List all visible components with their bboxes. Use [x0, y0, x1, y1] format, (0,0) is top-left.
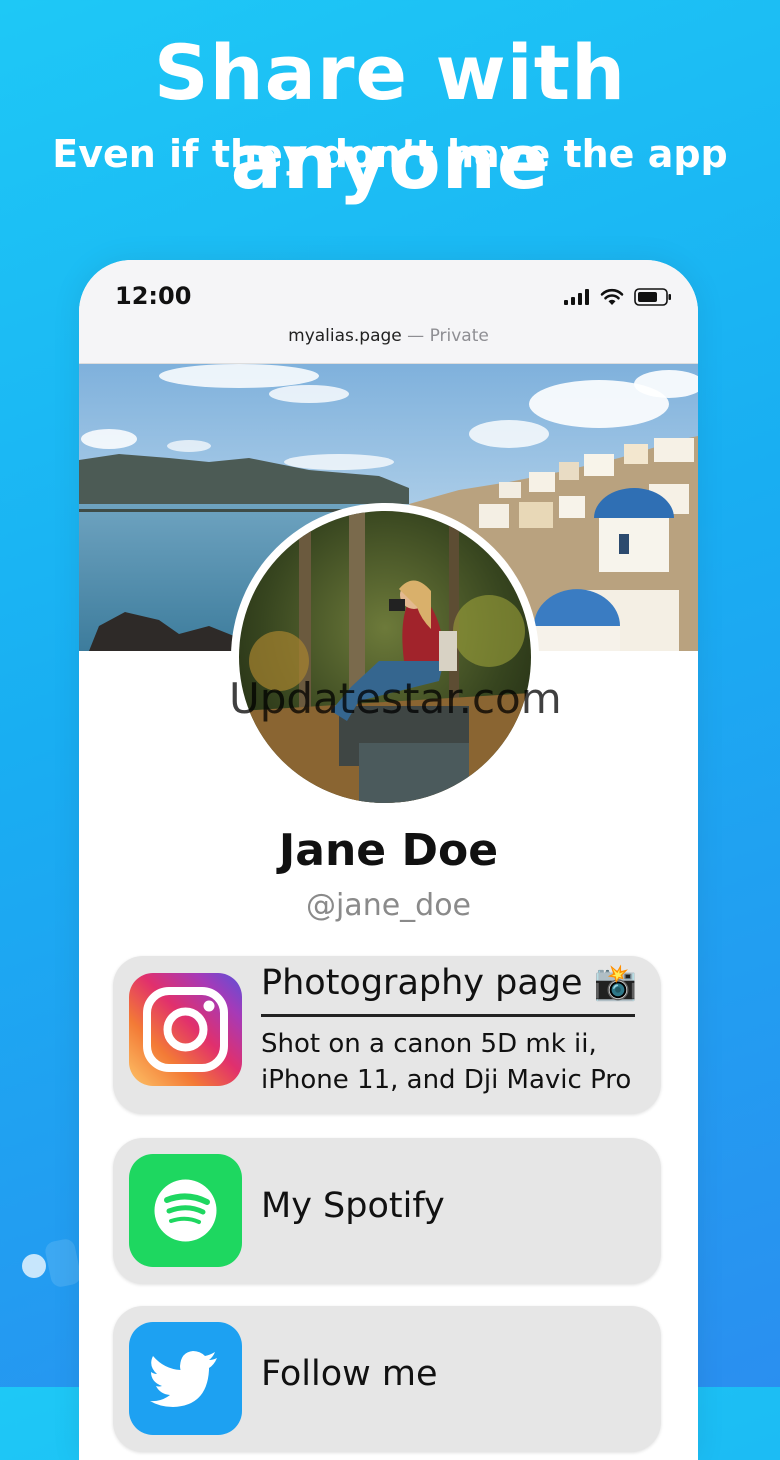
signal-icon — [564, 289, 589, 305]
link-divider — [261, 1014, 635, 1017]
headline: Share with anyone — [153, 28, 627, 206]
battery-icon — [634, 288, 671, 306]
avatar[interactable] — [239, 511, 531, 803]
link-card-twitter[interactable]: Follow me — [113, 1306, 661, 1452]
wifi-icon — [600, 288, 624, 305]
browser-header: 12:00 myalias.page — Private — [79, 260, 698, 364]
profile-name: Jane Doe — [278, 825, 499, 876]
watermark: Updatestar.com — [229, 674, 562, 723]
url-separator: — — [401, 326, 430, 346]
url-visibility: Private — [429, 326, 489, 346]
decorative-dot — [22, 1254, 46, 1278]
avatar-image — [239, 511, 531, 803]
url-domain: myalias.page — [288, 326, 402, 346]
link-title: Photography page 📸 — [261, 963, 638, 1003]
instagram-icon — [129, 973, 242, 1086]
twitter-icon — [129, 1322, 242, 1435]
phone-frame: 12:00 myalias.page — Private Updatestar.… — [79, 260, 698, 1460]
status-icons — [564, 288, 672, 306]
status-time: 12:00 — [115, 282, 192, 310]
spotify-icon — [129, 1154, 242, 1267]
link-card-spotify[interactable]: My Spotify — [113, 1138, 661, 1284]
url-bar[interactable]: myalias.page — Private — [79, 326, 698, 346]
decorative-shape — [43, 1237, 83, 1289]
link-title: Follow me — [261, 1354, 438, 1394]
profile-handle: @jane_doe — [305, 888, 472, 923]
subheadline: Even if they don’t have the app — [52, 132, 728, 176]
link-title: My Spotify — [261, 1186, 445, 1226]
link-description: Shot on a canon 5D mk ii, iPhone 11, and… — [261, 1029, 632, 1095]
link-card-photography[interactable]: Photography page 📸 Shot on a canon 5D mk… — [113, 956, 661, 1114]
